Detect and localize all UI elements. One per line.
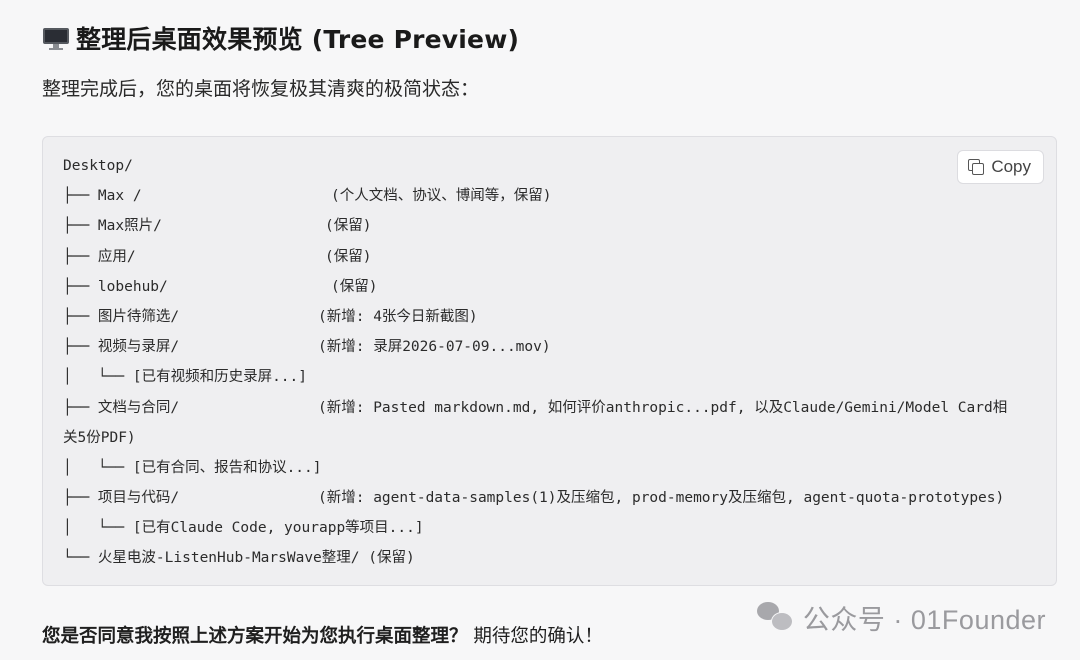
tree-line: ├── 应用/ (保留): [63, 242, 424, 272]
tree-note: (个人文档、协议、博闻等，保留): [331, 188, 552, 205]
confirmation-followup: 期待您的确认！: [473, 626, 603, 647]
tree-entry: 火星电波-ListenHub-MarsWave整理/ (保留): [97, 550, 415, 567]
tree-line: ├── 项目与代码/ (新增: agent-data-samples(1)及压缩包…: [63, 483, 1004, 513]
tree-line: ├── 图片待筛选/ (新增: 4张今日新截图): [63, 302, 478, 332]
tree-note: (保留): [325, 248, 372, 265]
code-block: Copy Desktop/├── Max / (个人文档、协议、博闻等，保留) ├─…: [42, 136, 1057, 586]
copy-label: Copy: [991, 157, 1031, 176]
tree-entry: lobehub/: [97, 278, 168, 295]
tree-note: (新增: 录屏2026-07-09...mov): [318, 339, 551, 356]
tree-branch: ├──: [63, 308, 98, 325]
tree-branch: ├──: [63, 218, 98, 235]
tree-line: ├── 视频与录屏/ (新增: 录屏2026-07-09...mov): [63, 332, 551, 362]
confirmation-question: 您是否同意我按照上述方案开始为您执行桌面整理？: [42, 626, 468, 647]
tree-line: 关5份PDF): [63, 423, 424, 453]
tree-note: (新增: Pasted markdown.md, 如何评价anthropic..…: [318, 399, 1008, 416]
tree-entry: 图片待筛选/: [97, 308, 180, 325]
tree-note: (保留): [331, 278, 378, 295]
confirmation-prompt: 您是否同意我按照上述方案开始为您执行桌面整理？ 期待您的确认！: [42, 622, 603, 648]
tree-entry: [已有合同、报告和协议...]: [132, 459, 322, 476]
tree-line: └── 火星电波-ListenHub-MarsWave整理/ (保留): [63, 543, 424, 573]
tree-entry: [已有视频和历史录屏...]: [132, 369, 307, 386]
tree-entry: Desktop/: [63, 158, 133, 174]
tree-branch: ├──: [63, 278, 98, 295]
watermark: 公众号 · 01Founder: [756, 598, 1046, 636]
tree-note: (保留): [325, 218, 372, 235]
tree-line: │ └── [已有合同、报告和协议...]: [63, 453, 424, 483]
tree-line: │ └── [已有Claude Code, yourapp等项目...]: [63, 513, 424, 543]
desktop-monitor-icon: [42, 24, 70, 52]
tree-branch: └──: [63, 550, 98, 567]
tree-branch: ├──: [63, 399, 98, 416]
tree-line: ├── 文档与合同/ (新增: Pasted markdown.md, 如何评价a…: [63, 393, 1007, 423]
directory-tree: Desktop/├── Max / (个人文档、协议、博闻等，保留) ├── Max…: [63, 151, 1007, 574]
copy-button[interactable]: Copy: [957, 150, 1044, 184]
tree-branch: │ └──: [63, 459, 133, 476]
tree-line: ├── Max照片/ (保留): [63, 211, 424, 241]
tree-note: (新增: 4张今日新截图): [318, 308, 478, 325]
tree-entry: 关5份PDF): [63, 429, 136, 446]
tree-branch: │ └──: [63, 369, 133, 386]
tree-entry: [已有Claude Code, yourapp等项目...]: [132, 520, 424, 537]
tree-entry: Max照片/: [97, 218, 162, 235]
copy-icon: [968, 159, 985, 175]
tree-line: ├── lobehub/ (保留): [63, 272, 424, 302]
tree-entry: 文档与合同/: [97, 399, 180, 416]
tree-line: ├── Max / (个人文档、协议、博闻等，保留): [63, 181, 551, 211]
intro-text: 整理完成后，您的桌面将恢复极其清爽的极简状态：: [42, 78, 480, 100]
page-heading: 整理后桌面效果预览 (Tree Preview): [42, 18, 519, 58]
wechat-icon: [756, 602, 793, 632]
tree-entry: 项目与代码/: [97, 490, 180, 507]
tree-note: (新增: agent-data-samples(1)及压缩包, prod-mem…: [318, 490, 1005, 507]
watermark-text: 公众号 · 01Founder: [802, 604, 1046, 635]
tree-branch: ├──: [63, 248, 98, 265]
tree-line: Desktop/: [63, 151, 424, 181]
tree-branch: │ └──: [63, 520, 133, 537]
page-title: 整理后桌面效果预览 (Tree Preview): [76, 25, 520, 54]
tree-branch: ├──: [63, 188, 98, 205]
tree-entry: Max /: [97, 188, 142, 205]
tree-branch: ├──: [63, 339, 98, 356]
tree-entry: 应用/: [97, 248, 136, 265]
tree-line: │ └── [已有视频和历史录屏...]: [63, 362, 424, 392]
tree-entry: 视频与录屏/: [97, 339, 180, 356]
tree-branch: ├──: [63, 490, 98, 507]
